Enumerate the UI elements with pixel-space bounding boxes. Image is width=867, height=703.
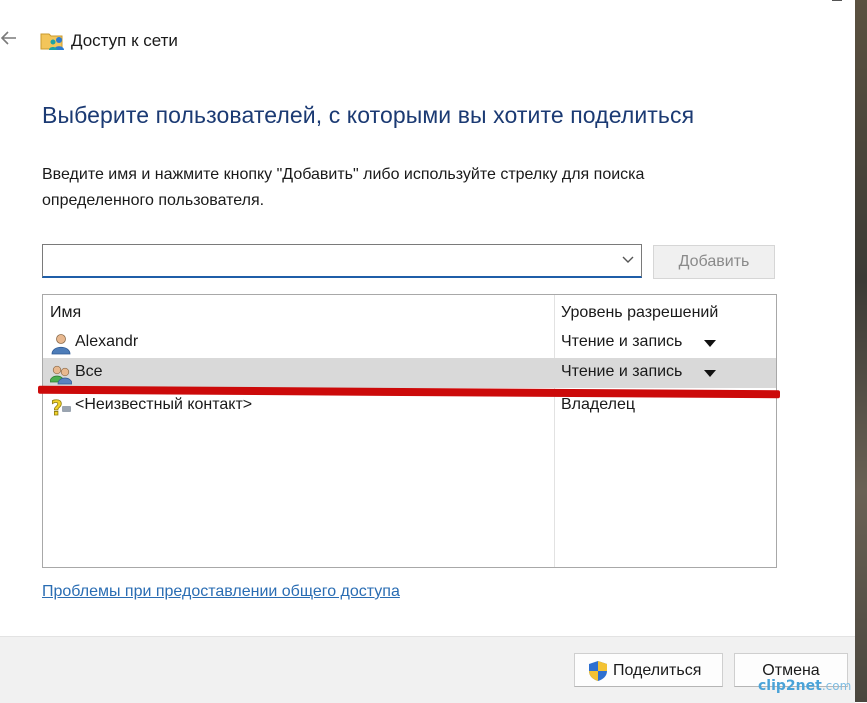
permission-level: Владелец (561, 396, 636, 413)
watermark-suffix: .com (821, 679, 852, 693)
group-icon (50, 365, 72, 385)
instruction-text: Введите имя и нажмите кнопку "Добавить" … (42, 166, 645, 209)
user-icon (51, 334, 71, 355)
list-item-name: Alexandr (75, 333, 139, 350)
column-header-name[interactable]: Имя (50, 304, 81, 322)
user-name-input[interactable] (49, 249, 613, 275)
permission-level[interactable]: Чтение и запись (561, 333, 682, 351)
unknown-contact-icon: ? (51, 396, 71, 418)
share-button-label: Поделиться (613, 662, 702, 679)
watermark-brand: clip2net (758, 678, 822, 694)
back-arrow-glyph (0, 31, 16, 45)
dialog-footer: Поделиться Отмена (0, 636, 855, 703)
back-arrow-icon[interactable] (0, 28, 20, 52)
column-header-permission[interactable]: Уровень разрешений (561, 304, 718, 322)
window-title: Доступ к сети (71, 31, 178, 50)
add-button[interactable]: Добавить (653, 245, 775, 279)
svg-text:?: ? (51, 396, 63, 418)
caret-down-icon[interactable] (704, 340, 716, 347)
list-item[interactable]: Alexandr Чтение и запись (43, 328, 776, 358)
user-permissions-list[interactable]: Имя Уровень разрешений Alexandr Чтение и… (42, 294, 777, 568)
network-share-icon (40, 30, 66, 52)
page-heading: Выберите пользователей, с которыми вы хо… (42, 102, 695, 128)
close-hint (832, 0, 842, 4)
list-item-selected[interactable]: Все Чтение и запись (43, 358, 776, 388)
list-item-name: Все (75, 363, 103, 380)
user-name-combobox[interactable] (42, 244, 642, 278)
chevron-down-icon[interactable] (621, 255, 635, 265)
share-button[interactable]: Поделиться (574, 653, 723, 687)
caret-down-icon[interactable] (704, 370, 716, 377)
background-edge (855, 0, 867, 702)
list-item-name: <Неизвестный контакт> (75, 396, 253, 413)
permission-level[interactable]: Чтение и запись (561, 363, 682, 381)
watermark-logo: clip2net.com (758, 678, 851, 694)
uac-shield-icon (589, 661, 607, 681)
sharing-problems-link[interactable]: Проблемы при предоставлении общего досту… (42, 583, 400, 601)
